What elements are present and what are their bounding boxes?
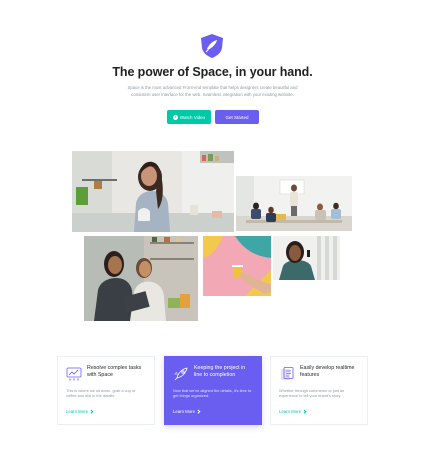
rocket-icon	[173, 366, 189, 382]
learn-more-link[interactable]: Learn More	[279, 409, 307, 414]
learn-more-label: Learn More	[66, 409, 88, 414]
get-started-label: Get Started	[225, 114, 249, 120]
card-title: Easily develop realtime features	[300, 365, 355, 378]
photo-team-meeting	[236, 176, 352, 231]
feature-card-keeping-project[interactable]: Keeping the project in line to completio…	[164, 356, 262, 425]
chevron-right-icon	[196, 409, 201, 414]
document-stack-icon	[279, 366, 295, 382]
learn-more-label: Learn More	[279, 409, 301, 414]
card-text: Now that we've aligned the details, it's…	[173, 388, 252, 399]
watch-video-button[interactable]: Watch Video	[167, 110, 211, 124]
learn-more-link[interactable]: Learn More	[66, 409, 94, 414]
feature-card-resolve-tasks[interactable]: Resolve complex tasks with Space This is…	[57, 356, 155, 425]
chevron-right-icon	[89, 409, 94, 414]
hero-description: Space is the most advanced Front-end tem…	[127, 85, 298, 97]
card-text: This is where we sit down, grab a cup of…	[66, 388, 136, 399]
brand-shield-logo	[201, 34, 223, 58]
card-title: Keeping the project in line to completio…	[194, 365, 246, 378]
page-title: The power of Space, in your hand.	[112, 65, 313, 79]
watch-video-label: Watch Video	[179, 114, 206, 120]
feature-card-realtime-features[interactable]: Easily develop realtime features Whether…	[270, 356, 368, 425]
card-text: Whether through commerce or just an expe…	[279, 388, 345, 399]
photo-woman-laughing-kitchen	[72, 151, 234, 232]
chevron-right-icon	[302, 409, 307, 414]
get-started-button[interactable]: Get Started	[215, 110, 259, 124]
photo-hand-with-coffee-cup	[203, 236, 271, 296]
photo-couple-with-tablet	[84, 236, 198, 321]
learn-more-link[interactable]: Learn More	[173, 409, 201, 414]
learn-more-label: Learn More	[173, 409, 195, 414]
team-chart-icon	[66, 366, 82, 382]
play-icon	[172, 114, 178, 120]
card-title: Resolve complex tasks with Space	[87, 365, 142, 378]
photo-woman-smiling-phone	[273, 236, 340, 280]
